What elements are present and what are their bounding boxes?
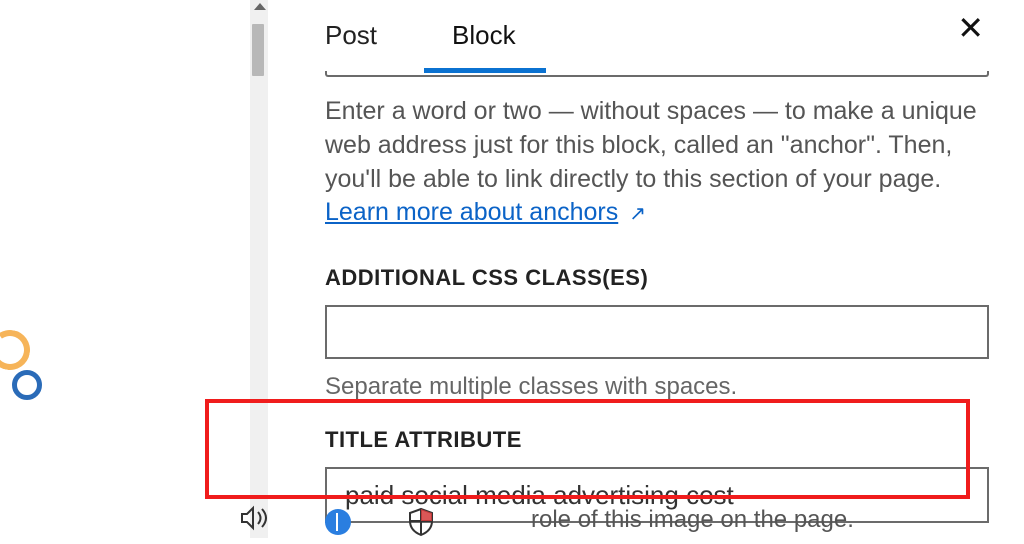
css-classes-label: ADDITIONAL CSS CLASS(ES) [290, 230, 1024, 291]
title-attribute-help-fragment: role of this image on the page. [531, 506, 854, 534]
close-icon[interactable]: ✕ [957, 12, 989, 44]
decorative-ring-blue [12, 370, 42, 400]
decorative-ring-orange [0, 327, 33, 373]
css-classes-help: Separate multiple classes with spaces. [290, 359, 1024, 401]
scrollbar-thumb[interactable] [252, 24, 264, 76]
tab-block[interactable]: Block [452, 12, 516, 59]
anchor-help-pre: Enter a word or two — without spaces — t… [325, 97, 977, 193]
volume-icon[interactable] [240, 505, 270, 538]
settings-panel: Post Block ✕ Enter a word or two — witho… [290, 0, 1024, 538]
title-attribute-label: TITLE ATTRIBUTE [290, 401, 1024, 453]
scroll-up-arrow[interactable] [254, 0, 266, 10]
bluetooth-icon[interactable] [325, 509, 351, 535]
css-classes-input[interactable] [325, 305, 989, 359]
editor-canvas[interactable] [0, 0, 250, 538]
tab-post[interactable]: Post [325, 12, 377, 59]
scrollbar-track[interactable] [250, 0, 268, 538]
taskbar-icons [240, 499, 436, 544]
security-shield-icon[interactable] [406, 507, 436, 537]
panel-tabs: Post Block ✕ [290, 0, 1024, 59]
anchor-help-text: Enter a word or two — without spaces — t… [290, 77, 1024, 230]
anchor-learn-more-link[interactable]: Learn more about anchors [325, 198, 618, 226]
external-link-icon: ↗ [629, 203, 646, 225]
